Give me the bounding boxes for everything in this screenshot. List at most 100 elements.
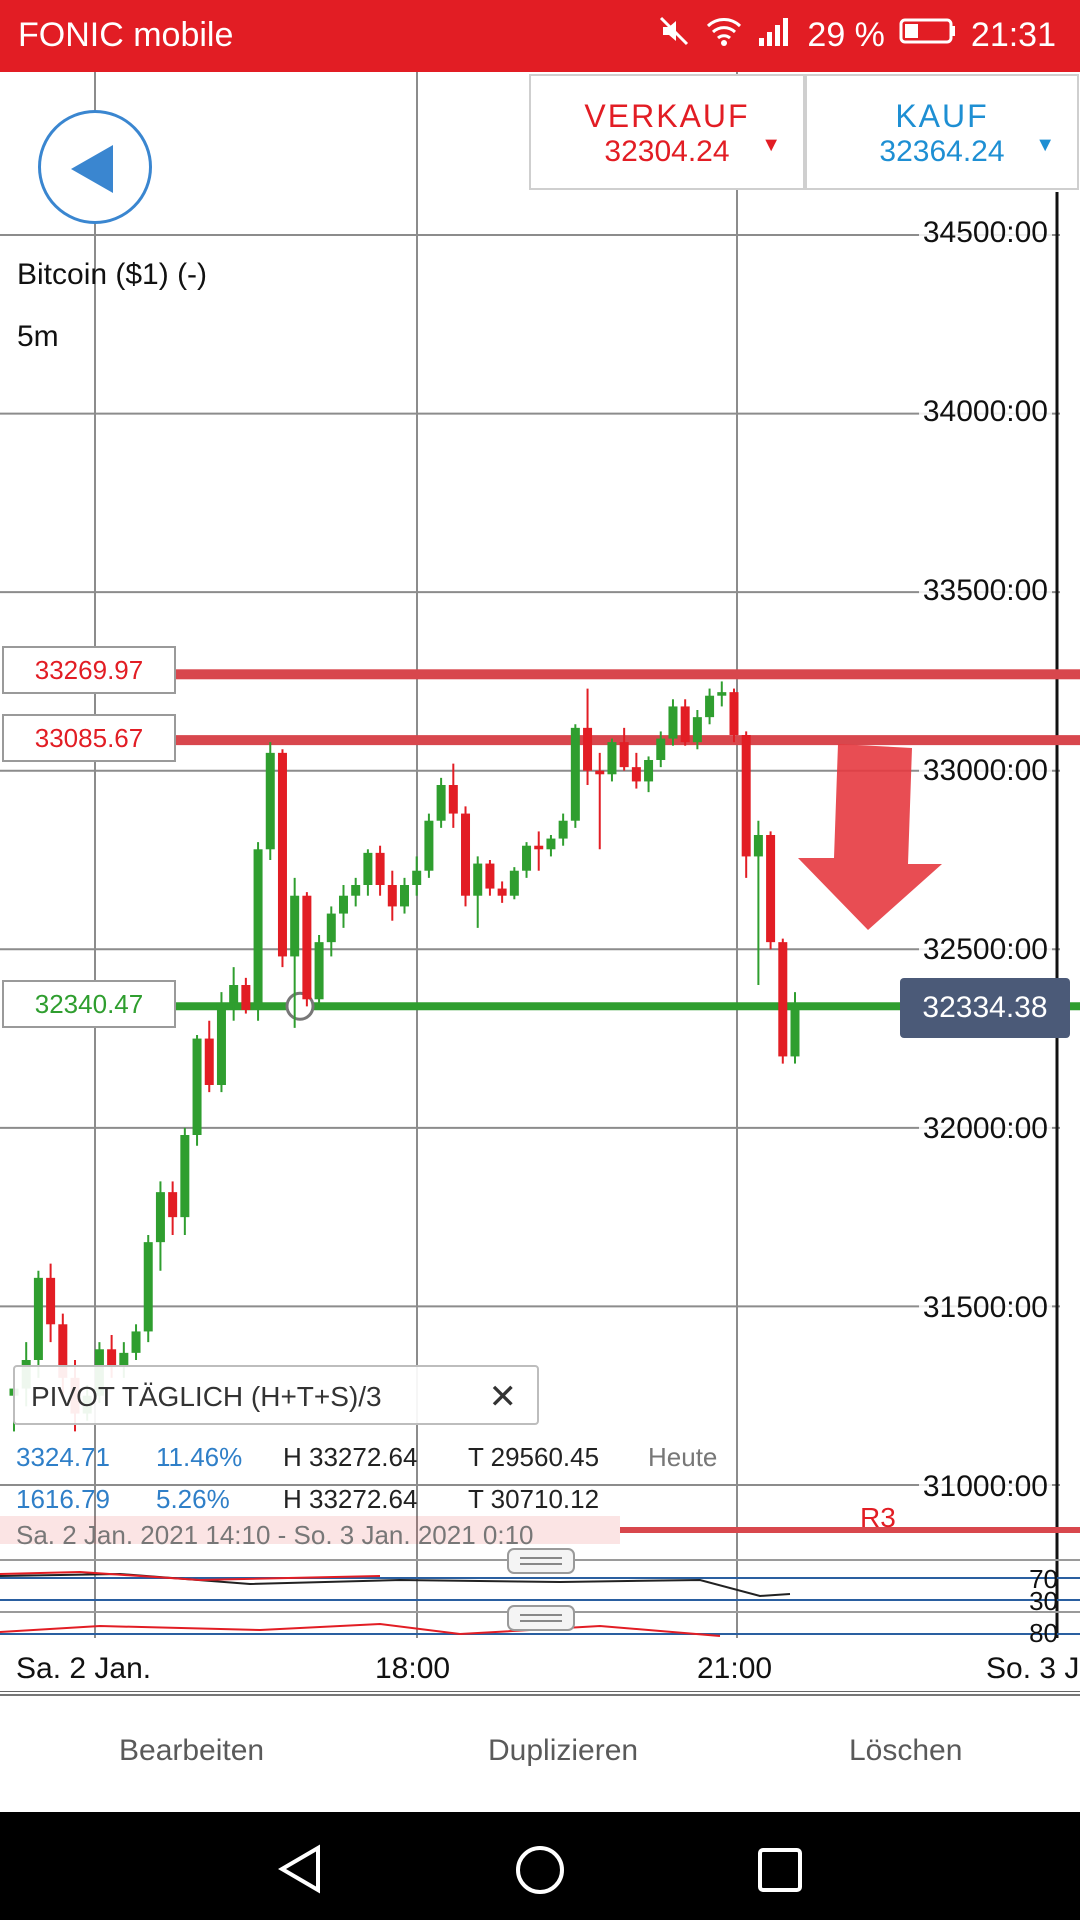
candle-body — [473, 863, 483, 896]
lower-level-tag[interactable]: 33085.67 — [2, 714, 176, 762]
candle-body — [241, 985, 251, 1010]
candle — [338, 885, 348, 928]
candle-body — [729, 692, 739, 735]
panel-resize-handle — [507, 1605, 575, 1631]
candle-body — [680, 706, 690, 743]
candle-body — [583, 727, 593, 771]
candle-body — [375, 852, 385, 885]
home-nav-icon[interactable] — [514, 1844, 566, 1896]
candle-body — [351, 885, 361, 896]
candle — [131, 1324, 141, 1360]
candle-body — [216, 1002, 226, 1085]
y-tick: 34000:00 — [918, 395, 1052, 429]
candle-body — [607, 742, 617, 775]
sell-dropdown-icon[interactable]: ▼ — [761, 134, 781, 157]
upper-level-line — [176, 669, 1080, 680]
pivot-stat: 3324.71 — [16, 1442, 110, 1472]
candle — [363, 849, 373, 896]
back-nav-icon[interactable] — [276, 1844, 326, 1894]
candle-body — [497, 888, 507, 896]
candle-body — [338, 895, 348, 914]
recents-nav-icon[interactable] — [756, 1846, 804, 1894]
sell-button[interactable]: VERKAUF 32304.24 ▼ — [529, 74, 805, 190]
osc-tick: 30 — [1029, 1586, 1058, 1616]
candle-body — [143, 1242, 153, 1332]
back-button[interactable] — [38, 110, 152, 224]
timeframe-label[interactable]: 5m — [17, 320, 59, 354]
buy-dropdown-icon[interactable]: ▼ — [1035, 134, 1055, 157]
candle-body — [668, 706, 678, 739]
candle — [168, 1181, 178, 1235]
candle-body — [400, 885, 409, 907]
candle-body — [33, 1277, 43, 1360]
candle — [741, 731, 751, 878]
pivot-stat: H 33272.64 — [283, 1442, 418, 1472]
candle-body — [277, 752, 287, 957]
candle — [522, 842, 532, 878]
candle — [534, 831, 544, 871]
pivot-indicator-box[interactable]: PIVOT TÄGLICH (H+T+S)/3 ✕ — [13, 1365, 539, 1425]
candle — [46, 1263, 56, 1343]
candle — [509, 867, 519, 900]
candle-body — [387, 885, 397, 907]
y-tick: 34500:00 — [918, 216, 1052, 250]
candle-body — [656, 738, 666, 760]
candle — [412, 856, 422, 896]
candle — [155, 1181, 165, 1271]
r3-label: R3 — [860, 1502, 896, 1533]
pivot-stat: 1616.79 — [16, 1484, 110, 1514]
current-line-tag[interactable]: 32340.47 — [2, 980, 176, 1028]
action-bar: Bearbeiten Duplizieren Löschen — [0, 1694, 1080, 1814]
candle-body — [155, 1192, 165, 1243]
upper-level-tag[interactable]: 33269.97 — [2, 646, 176, 694]
y-tick: 31500:00 — [918, 1291, 1052, 1325]
osc-tick: 80 — [1029, 1618, 1058, 1648]
panel-resize-handle — [507, 1548, 575, 1574]
buy-button[interactable]: KAUF 32364.24 ▼ — [805, 74, 1079, 190]
candle-body — [790, 1006, 800, 1057]
candle — [436, 777, 446, 828]
candle-body — [546, 838, 556, 850]
candle-body — [229, 985, 239, 1003]
y-tick: 32000:00 — [918, 1112, 1052, 1146]
candle-body — [46, 1277, 56, 1325]
candle — [253, 842, 263, 1021]
candle-body — [741, 735, 751, 857]
candle — [705, 688, 715, 725]
candle — [302, 892, 312, 1007]
pivot-range: Sa. 2 Jan. 2021 14:10 - So. 3 Jan. 2021 … — [16, 1520, 534, 1550]
candle-body — [644, 760, 654, 782]
candle — [473, 856, 483, 928]
candle-body — [168, 1192, 178, 1218]
candle — [546, 835, 556, 857]
candle-body — [131, 1331, 141, 1353]
candle — [33, 1270, 43, 1378]
buy-label: KAUF — [895, 98, 989, 134]
candle-body — [204, 1038, 214, 1085]
close-icon[interactable]: ✕ — [489, 1377, 518, 1417]
pivot-stat: 5.26% — [156, 1484, 230, 1514]
delete-button[interactable]: Löschen — [849, 1734, 962, 1768]
candle — [387, 870, 397, 921]
candle — [558, 813, 568, 846]
candle-body — [705, 695, 715, 718]
candle — [595, 752, 605, 850]
y-tick: 33500:00 — [918, 574, 1052, 608]
candle — [204, 1020, 214, 1093]
candle — [424, 813, 434, 878]
candle — [448, 763, 458, 828]
candle — [778, 938, 788, 1064]
candle-body — [265, 752, 275, 850]
duplicate-button[interactable]: Duplizieren — [488, 1734, 638, 1768]
y-tick: 33000:00 — [918, 754, 1052, 788]
x-tick: Sa. 2 Jan. — [16, 1652, 152, 1685]
edit-button[interactable]: Bearbeiten — [119, 1734, 264, 1768]
candle — [619, 727, 629, 771]
candle-body — [436, 785, 446, 821]
battery-percent: 29 % — [807, 16, 885, 54]
candle — [680, 699, 690, 746]
candle-body — [253, 849, 263, 1010]
candle — [644, 756, 654, 793]
status-bar: FONIC mobile 29 % 21:31 — [0, 0, 1080, 72]
candle — [570, 724, 580, 828]
